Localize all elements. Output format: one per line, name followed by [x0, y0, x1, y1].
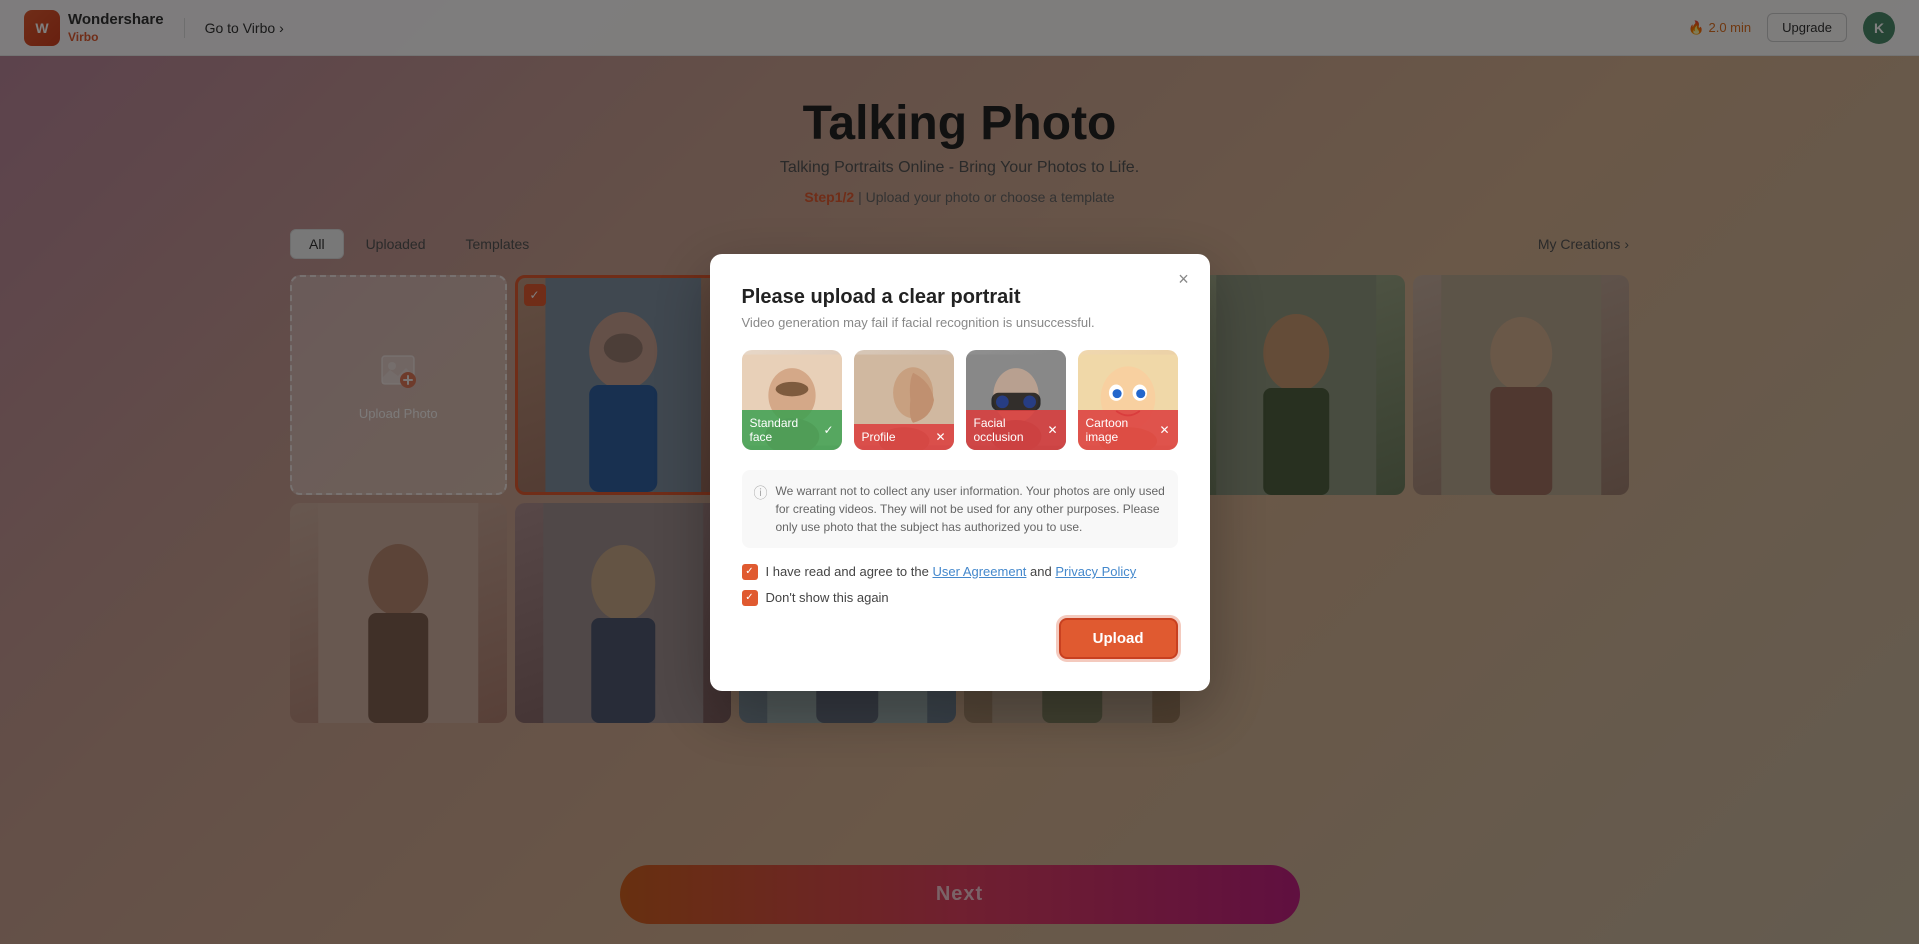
upload-modal: × Please upload a clear portrait Video g…	[710, 254, 1210, 691]
modal-subtitle: Video generation may fail if facial reco…	[742, 315, 1178, 330]
dont-show-checkbox-row: ✓ Don't show this again	[742, 590, 1178, 606]
portrait-card-standard: Standard face ✓	[742, 350, 842, 450]
portrait-examples: Standard face ✓ Profile ✕	[742, 350, 1178, 450]
occlusion-face-label: Facial occlusion ✕	[966, 410, 1066, 450]
modal-overlay[interactable]: × Please upload a clear portrait Video g…	[0, 0, 1919, 944]
portrait-card-profile: Profile ✕	[854, 350, 954, 450]
standard-face-label: Standard face ✓	[742, 410, 842, 450]
agreement-text: I have read and agree to the User Agreem…	[766, 564, 1137, 579]
modal-title: Please upload a clear portrait	[742, 286, 1178, 309]
agreement-checkbox[interactable]: ✓	[742, 564, 758, 580]
upload-button[interactable]: Upload	[1059, 618, 1178, 659]
user-agreement-link[interactable]: User Agreement	[932, 564, 1026, 579]
dont-show-checkbox[interactable]: ✓	[742, 590, 758, 606]
cartoon-face-label: Cartoon image ✕	[1078, 410, 1178, 450]
disclaimer-box: ⓘ We warrant not to collect any user inf…	[742, 470, 1178, 548]
dont-show-label: Don't show this again	[766, 590, 889, 605]
modal-footer: Upload	[742, 618, 1178, 659]
portrait-card-cartoon: Cartoon image ✕	[1078, 350, 1178, 450]
privacy-policy-link[interactable]: Privacy Policy	[1055, 564, 1136, 579]
agreement-checkbox-row: ✓ I have read and agree to the User Agre…	[742, 564, 1178, 580]
info-icon: ⓘ	[754, 483, 768, 504]
portrait-card-occlusion: Facial occlusion ✕	[966, 350, 1066, 450]
modal-close-button[interactable]: ×	[1172, 268, 1196, 292]
profile-face-label: Profile ✕	[854, 424, 954, 450]
disclaimer-text: We warrant not to collect any user infor…	[776, 482, 1166, 536]
